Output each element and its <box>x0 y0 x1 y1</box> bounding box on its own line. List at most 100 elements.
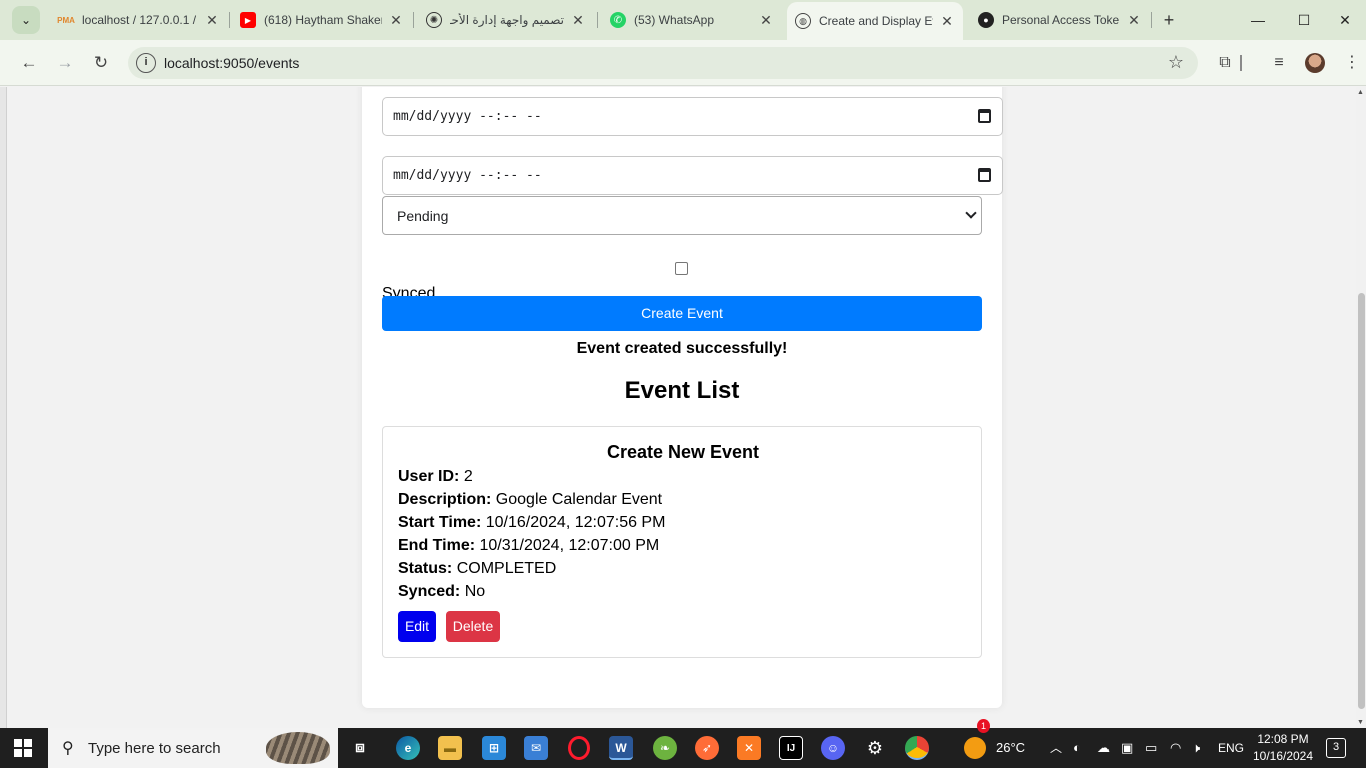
close-icon[interactable]: ✕ <box>204 12 220 29</box>
microsoft-store-icon[interactable]: ⊞ <box>482 736 506 760</box>
forward-button[interactable]: → <box>52 50 78 76</box>
start-time-label: Start Time: <box>398 514 482 531</box>
media-control-icon[interactable]: ≡ <box>1267 51 1291 75</box>
reload-icon: ↻ <box>93 53 109 72</box>
windows-taskbar: ⚲ Type here to search ⧈ e ▬ ⊞ ✉ W ❧ ➶ ✕ … <box>0 719 1366 768</box>
synced-value: No <box>464 583 486 600</box>
scroll-up-icon[interactable]: ▲ <box>1357 89 1364 96</box>
synced-checkbox[interactable] <box>675 262 688 275</box>
plus-icon: + <box>1163 10 1175 30</box>
user-id-label: User ID: <box>398 468 460 485</box>
volume-icon[interactable]: 🕨 <box>1192 728 1200 768</box>
extensions-icon[interactable]: ⧉ <box>1213 51 1237 75</box>
start-time-value: 10/16/2024, 12:07:56 PM <box>485 514 666 531</box>
status-selected-value: Pending <box>397 207 449 224</box>
tab-github[interactable]: ● Personal Access Toke ✕ <box>970 6 1150 34</box>
opera-icon[interactable] <box>568 736 590 760</box>
tab-chatgpt[interactable]: ✺ تصميم واجهة إدارة الأحـ ✕ <box>418 6 594 34</box>
close-icon[interactable]: ✕ <box>388 12 404 29</box>
start-time-placeholder: mm/dd/yyyy --:-- -- <box>393 109 542 124</box>
maximize-button[interactable]: ☐ <box>1281 8 1327 32</box>
calendar-icon[interactable] <box>978 168 991 182</box>
menu-kebab-icon[interactable]: ⋮ <box>1340 51 1364 75</box>
close-window-button[interactable]: ✕ <box>1327 8 1363 32</box>
intellij-icon[interactable]: IJ <box>779 736 803 760</box>
taskbar-clock[interactable]: 12:08 PM 10/16/2024 <box>1248 731 1318 765</box>
end-time-label: End Time: <box>398 537 476 554</box>
description-value: Google Calendar Event <box>495 491 663 508</box>
tab-phpmyadmin[interactable]: PMA localhost / 127.0.0.1 / ✕ <box>50 6 228 34</box>
spring-icon[interactable]: ❧ <box>653 736 677 760</box>
file-explorer-icon[interactable]: ▬ <box>438 736 462 760</box>
discord-icon[interactable]: ☺ <box>821 736 845 760</box>
weather-temperature[interactable]: 26°C <box>996 728 1025 768</box>
tab-search-button[interactable]: ⌄ <box>12 6 40 34</box>
site-info-icon[interactable]: i <box>136 53 156 73</box>
event-user-id: User ID: 2 <box>398 468 473 486</box>
settings-gear-icon[interactable]: ⚙ <box>863 736 887 760</box>
calendar-icon[interactable] <box>978 109 991 123</box>
tab-whatsapp[interactable]: ✆ (53) WhatsApp ✕ <box>602 6 782 34</box>
start-time-input[interactable]: mm/dd/yyyy --:-- -- <box>382 97 1003 136</box>
event-item: Create New Event User ID: 2 Description:… <box>382 426 982 658</box>
camera-icon[interactable]: ▣ <box>1121 728 1133 768</box>
event-synced: Synced: No <box>398 583 485 601</box>
create-event-button[interactable]: Create Event <box>382 296 982 331</box>
reload-button[interactable]: ↻ <box>88 50 114 76</box>
scroll-down-icon[interactable]: ▼ <box>1357 719 1364 726</box>
profile-avatar[interactable] <box>1305 53 1325 73</box>
close-icon[interactable]: ✕ <box>1126 12 1142 29</box>
chevron-up-icon[interactable]: ︿ <box>1050 728 1062 768</box>
chrome-icon[interactable] <box>905 736 929 760</box>
delete-button[interactable]: Delete <box>446 611 500 642</box>
tab-create-display-events[interactable]: ◍ Create and Display Ev ✕ <box>787 2 963 40</box>
taskbar-search-box[interactable]: ⚲ Type here to search <box>48 728 338 768</box>
close-icon[interactable]: ✕ <box>939 13 955 30</box>
event-description: Description: Google Calendar Event <box>398 491 662 509</box>
windows-start-icon[interactable] <box>14 739 32 757</box>
xampp-icon[interactable]: ✕ <box>737 736 761 760</box>
end-time-input[interactable]: mm/dd/yyyy --:-- -- <box>382 156 1003 195</box>
bookmark-star-icon[interactable]: ☆ <box>1168 52 1184 73</box>
notification-center-icon[interactable]: 3 <box>1326 738 1346 758</box>
address-bar[interactable]: i localhost:9050/events ☆ <box>128 47 1198 79</box>
word-icon[interactable]: W <box>609 736 633 760</box>
language-indicator[interactable]: ENG <box>1218 728 1244 768</box>
status-select[interactable]: Pending <box>382 196 982 235</box>
notification-count: 3 <box>1332 741 1340 753</box>
tab-separator <box>597 12 598 28</box>
task-view-icon[interactable]: ⧈ <box>348 736 372 760</box>
browser-toolbar: ← → ↻ i localhost:9050/events ☆ ⧉ ≡ ⋮ <box>0 40 1366 86</box>
scrollbar-thumb[interactable] <box>1358 293 1365 709</box>
minimize-button[interactable]: — <box>1235 8 1281 32</box>
weather-badge: 1 <box>977 719 990 733</box>
url-text[interactable]: localhost:9050/events <box>164 55 299 71</box>
browser-tabstrip: ⌄ PMA localhost / 127.0.0.1 / ✕ ▶ (618) … <box>0 0 1366 40</box>
status-value: COMPLETED <box>456 560 557 577</box>
mail-icon[interactable]: ✉ <box>524 736 548 760</box>
tab-youtube[interactable]: ▶ (618) Haytham Shaker ✕ <box>232 6 412 34</box>
close-icon[interactable]: ✕ <box>758 12 774 29</box>
cloud-icon[interactable]: ☁ <box>1097 728 1110 768</box>
phpmyadmin-icon: PMA <box>57 15 75 25</box>
event-status: Status: COMPLETED <box>398 560 556 578</box>
clock-time: 12:08 PM <box>1257 732 1309 746</box>
search-highlight-image <box>266 732 330 764</box>
taskbar-search-placeholder: Type here to search <box>88 740 221 757</box>
app-tray-icon[interactable]: ◐ <box>1073 728 1081 768</box>
wifi-icon[interactable]: ◠ <box>1170 728 1181 768</box>
postman-icon[interactable]: ➶ <box>695 736 719 760</box>
chevron-down-icon <box>965 207 977 219</box>
description-label: Description: <box>398 491 492 508</box>
event-start-time: Start Time: 10/16/2024, 12:07:56 PM <box>398 514 665 532</box>
new-tab-button[interactable]: + <box>1158 8 1180 32</box>
end-time-placeholder: mm/dd/yyyy --:-- -- <box>393 168 542 183</box>
edge-icon[interactable]: e <box>396 736 420 760</box>
battery-icon[interactable]: ▭ <box>1145 728 1157 768</box>
close-icon[interactable]: ✕ <box>570 12 586 29</box>
back-button[interactable]: ← <box>16 50 42 76</box>
page-scrollbar[interactable]: ▲ ▼ <box>1356 87 1366 728</box>
edit-button[interactable]: Edit <box>398 611 436 642</box>
weather-icon[interactable] <box>964 737 986 759</box>
success-message: Event created successfully! <box>576 340 788 357</box>
